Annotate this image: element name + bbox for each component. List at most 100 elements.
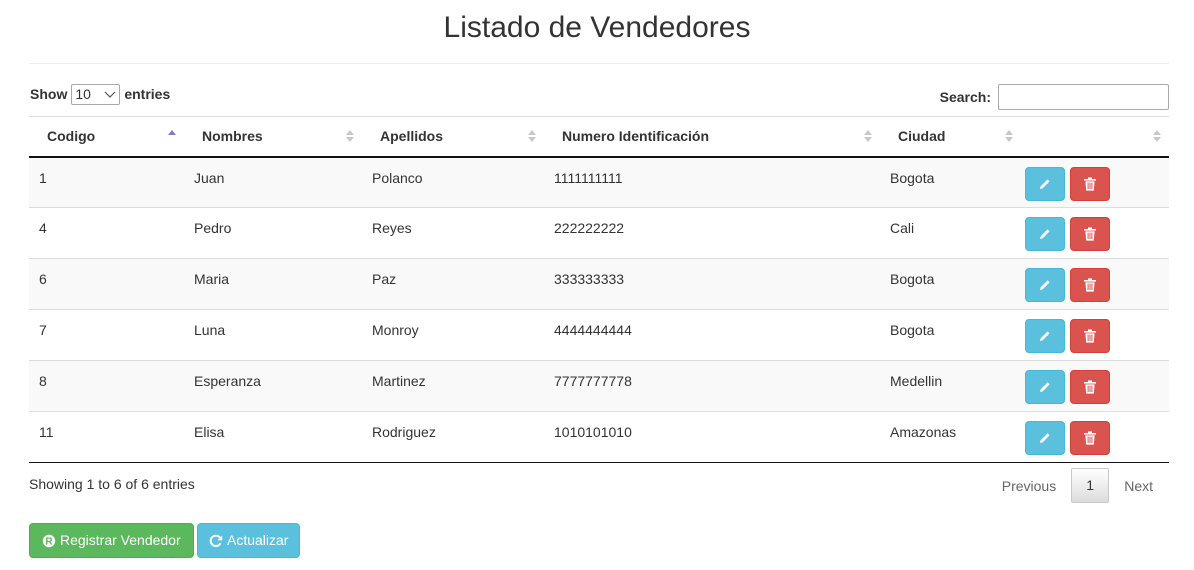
register-vendor-label: Registrar Vendedor — [60, 532, 181, 548]
cell-ciudad: Bogota — [880, 309, 1021, 361]
entries-label: entries — [124, 86, 171, 102]
delete-button[interactable] — [1069, 421, 1110, 455]
cell-codigo: 7 — [29, 309, 184, 361]
cell-nombres: Elisa — [184, 411, 362, 463]
cell-ciudad: Cali — [880, 207, 1021, 259]
next-page-button[interactable]: Next — [1109, 478, 1168, 494]
cell-apellidos: Monroy — [362, 309, 544, 361]
vendors-table: Codigo Nombres Apellidos Numero Identifi… — [29, 116, 1169, 463]
cell-identificacion: 1010101010 — [544, 411, 880, 463]
column-header-apellidos[interactable]: Apellidos — [362, 116, 544, 158]
edit-button[interactable] — [1025, 421, 1065, 455]
table-info: Showing 1 to 6 of 6 entries — [29, 476, 195, 492]
cell-identificacion: 7777777778 — [544, 360, 880, 412]
sort-ascending-icon — [168, 129, 176, 143]
cell-apellidos: Paz — [362, 258, 544, 310]
entries-length-select[interactable]: 10 — [71, 83, 121, 105]
trash-icon — [1083, 431, 1096, 445]
cell-ciudad: Bogota — [880, 156, 1021, 208]
trash-icon — [1083, 278, 1096, 292]
cell-identificacion: 333333333 — [544, 258, 880, 310]
svg-text:R: R — [45, 536, 53, 547]
cell-apellidos: Martinez — [362, 360, 544, 412]
pencil-icon — [1040, 280, 1050, 290]
trash-icon — [1083, 380, 1096, 394]
sort-both-icon — [1153, 129, 1161, 143]
cell-ciudad: Bogota — [880, 258, 1021, 310]
table-row: 8 Esperanza Martinez 7777777778 Medellin — [29, 360, 1169, 412]
trash-icon — [1083, 176, 1096, 191]
page-title: Listado de Vendedores — [443, 11, 751, 44]
entries-length-control: Show 10 entries — [30, 83, 170, 105]
cell-actions — [1021, 309, 1169, 361]
cell-identificacion: 222222222 — [544, 207, 880, 259]
refresh-button[interactable]: Actualizar — [197, 523, 301, 558]
cell-actions — [1021, 411, 1169, 463]
column-header-ciudad[interactable]: Ciudad — [880, 116, 1021, 158]
column-header-identificacion[interactable]: Numero Identificación — [544, 116, 880, 158]
cell-actions — [1021, 156, 1169, 208]
cell-actions — [1021, 360, 1169, 412]
pencil-icon — [1040, 433, 1050, 443]
column-header-nombres[interactable]: Nombres — [184, 116, 362, 158]
cell-codigo: 6 — [29, 258, 184, 310]
table-row: 4 Pedro Reyes 222222222 Cali — [29, 207, 1169, 259]
trash-icon — [1083, 227, 1096, 241]
cell-identificacion: 1111111111 — [544, 156, 880, 208]
cell-actions — [1021, 258, 1169, 310]
pagination: Previous 1 Next — [987, 468, 1168, 503]
search-input[interactable] — [998, 84, 1169, 110]
page-1-button[interactable]: 1 — [1071, 468, 1110, 503]
table-row: 7 Luna Monroy 4444444444 Bogota — [29, 309, 1169, 361]
table-header-row: Codigo Nombres Apellidos Numero Identifi… — [29, 116, 1169, 158]
refresh-label: Actualizar — [227, 532, 289, 548]
sort-both-icon — [528, 129, 536, 143]
sort-both-icon — [864, 129, 872, 143]
search-control: Search: — [940, 84, 1169, 110]
edit-button[interactable] — [1025, 268, 1065, 302]
cell-nombres: Maria — [184, 258, 362, 310]
edit-button[interactable] — [1025, 217, 1065, 251]
cell-ciudad: Amazonas — [880, 411, 1021, 463]
pencil-icon — [1040, 382, 1050, 392]
search-label: Search: — [939, 89, 991, 105]
show-label: Show — [30, 86, 68, 102]
cell-actions — [1021, 207, 1169, 259]
table-row: 6 Maria Paz 333333333 Bogota — [29, 258, 1169, 310]
table-row: 11 Elisa Rodriguez 1010101010 Amazonas — [29, 411, 1169, 463]
table-row: 1 Juan Polanco 1111111111 Bogota — [29, 156, 1169, 208]
trash-icon — [1083, 329, 1096, 343]
cell-nombres: Esperanza — [184, 360, 362, 412]
entries-length-value: 10 — [75, 85, 91, 102]
cell-apellidos: Rodriguez — [362, 411, 544, 463]
cell-identificacion: 4444444444 — [544, 309, 880, 361]
delete-button[interactable] — [1069, 268, 1110, 302]
pencil-icon — [1040, 178, 1050, 189]
cell-apellidos: Polanco — [362, 156, 544, 208]
edit-button[interactable] — [1025, 370, 1065, 404]
cell-codigo: 1 — [29, 156, 184, 208]
previous-page-button[interactable]: Previous — [987, 478, 1071, 494]
edit-button[interactable] — [1025, 319, 1065, 353]
cell-nombres: Pedro — [184, 207, 362, 259]
column-header-actions[interactable] — [1021, 116, 1169, 158]
delete-button[interactable] — [1069, 319, 1110, 353]
cell-apellidos: Reyes — [362, 207, 544, 259]
cell-nombres: Luna — [184, 309, 362, 361]
cell-codigo: 8 — [29, 360, 184, 412]
sort-both-icon — [1005, 129, 1013, 143]
register-vendor-button[interactable]: R Registrar Vendedor — [29, 523, 194, 558]
cell-codigo: 4 — [29, 207, 184, 259]
delete-button[interactable] — [1069, 217, 1110, 251]
cell-codigo: 11 — [29, 411, 184, 463]
delete-button[interactable] — [1069, 370, 1110, 404]
pencil-icon — [1040, 229, 1050, 239]
sort-both-icon — [346, 129, 354, 143]
cell-ciudad: Medellin — [880, 360, 1021, 412]
delete-button[interactable] — [1069, 166, 1110, 201]
registered-icon: R — [42, 534, 56, 547]
title-divider — [29, 63, 1169, 64]
column-header-codigo[interactable]: Codigo — [29, 116, 184, 158]
refresh-icon — [209, 534, 223, 547]
edit-button[interactable] — [1025, 166, 1065, 201]
